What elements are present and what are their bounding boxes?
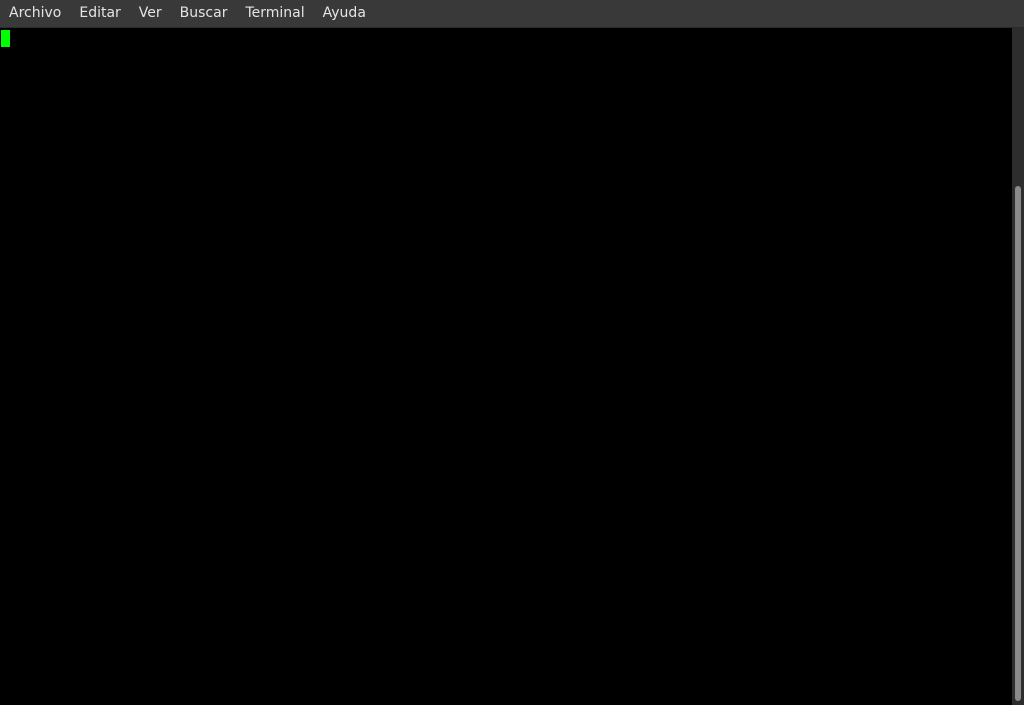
vertical-scrollbar[interactable] [1012,28,1024,705]
menu-buscar[interactable]: Buscar [171,0,237,28]
menu-ayuda[interactable]: Ayuda [314,0,375,28]
terminal-window: Archivo Editar Ver Buscar Terminal Ayuda [0,0,1024,705]
terminal-area[interactable] [0,28,1012,705]
menu-archivo[interactable]: Archivo [0,0,70,28]
text-cursor [1,30,10,47]
menu-ver[interactable]: Ver [130,0,171,28]
menu-bar: Archivo Editar Ver Buscar Terminal Ayuda [0,0,1024,28]
menu-terminal[interactable]: Terminal [236,0,313,28]
menu-editar[interactable]: Editar [70,0,129,28]
scrollbar-thumb[interactable] [1015,186,1021,701]
